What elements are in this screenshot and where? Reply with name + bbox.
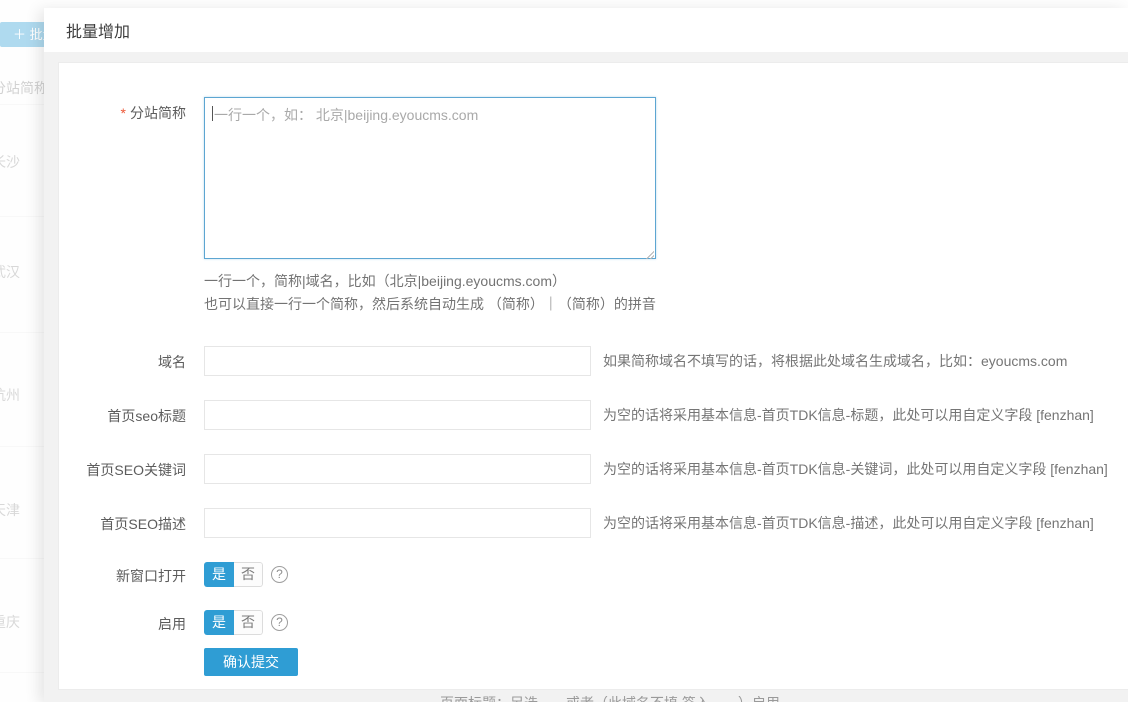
domain-input[interactable] [204,346,591,376]
row-enable: 启用 是 否 ? [59,610,1128,635]
seo-title-hint: 为空的话将采用基本信息-首页TDK信息-标题，此处可以用自定义字段 [fenzh… [603,405,1094,425]
seo-title-label: 首页seo标题 [59,400,204,430]
open-new-window-no-button[interactable]: 否 [234,562,263,587]
modal-header: 批量增加 [44,8,1128,52]
domain-hint: 如果简称域名不填写的话，将根据此处域名生成域名，比如：eyoucms.com [603,351,1067,371]
resize-grip-icon[interactable] [644,249,654,259]
confirm-submit-button[interactable]: 确认提交 [204,648,298,676]
text-caret [212,106,213,121]
domain-label: 域名 [59,346,204,376]
branch-help-line-2: 也可以直接一行一个简称，然后系统自动生成 （简称）｜（简称）的拼音 [204,293,1128,316]
open-new-window-toggle: 是 否 [204,562,263,587]
seo-keywords-label: 首页SEO关键词 [59,454,204,484]
branch-help-line-1: 一行一个，简称|域名，比如（北京|beijing.eyoucms.com） [204,270,1128,293]
seo-description-input[interactable] [204,508,591,538]
row-submit: 确认提交 [59,648,1128,676]
question-mark-icon[interactable]: ? [271,614,288,631]
modal-body: *分站简称 一行一个，简称|域名，比如（北京|beijing.eyoucms.c… [44,52,1128,702]
required-asterisk: * [121,105,126,121]
clipped-bottom-text: 页面标题：另选——或者（此域名不填 签入……）启用 [440,696,780,702]
row-branch-name: *分站简称 一行一个，简称|域名，比如（北京|beijing.eyoucms.c… [59,97,1128,316]
open-new-window-yes-button[interactable]: 是 [204,562,234,587]
enable-yes-button[interactable]: 是 [204,610,234,635]
question-mark-icon[interactable]: ? [271,566,288,583]
batch-add-modal: 批量增加 *分站简称 一行一个，简称|域名，比如（北京|beijing.eyou… [44,8,1128,702]
row-domain: 域名 如果简称域名不填写的话，将根据此处域名生成域名，比如：eyoucms.co… [59,346,1128,376]
seo-keywords-hint: 为空的话将采用基本信息-首页TDK信息-关键词，此处可以用自定义字段 [fenz… [603,459,1108,479]
row-seo-title: 首页seo标题 为空的话将采用基本信息-首页TDK信息-标题，此处可以用自定义字… [59,400,1128,430]
open-new-window-label: 新窗口打开 [59,562,204,587]
modal-title: 批量增加 [66,18,130,42]
branch-name-textarea[interactable] [204,97,656,259]
branch-name-label: *分站简称 [59,97,204,316]
enable-no-button[interactable]: 否 [234,610,263,635]
seo-description-label: 首页SEO描述 [59,508,204,538]
seo-description-hint: 为空的话将采用基本信息-首页TDK信息-描述，此处可以用自定义字段 [fenzh… [603,513,1094,533]
form-card: *分站简称 一行一个，简称|域名，比如（北京|beijing.eyoucms.c… [58,62,1128,690]
row-open-new-window: 新窗口打开 是 否 ? [59,562,1128,587]
enable-label: 启用 [59,610,204,635]
row-seo-keywords: 首页SEO关键词 为空的话将采用基本信息-首页TDK信息-关键词，此处可以用自定… [59,454,1128,484]
row-seo-description: 首页SEO描述 为空的话将采用基本信息-首页TDK信息-描述，此处可以用自定义字… [59,508,1128,538]
seo-keywords-input[interactable] [204,454,591,484]
seo-title-input[interactable] [204,400,591,430]
enable-toggle: 是 否 [204,610,263,635]
